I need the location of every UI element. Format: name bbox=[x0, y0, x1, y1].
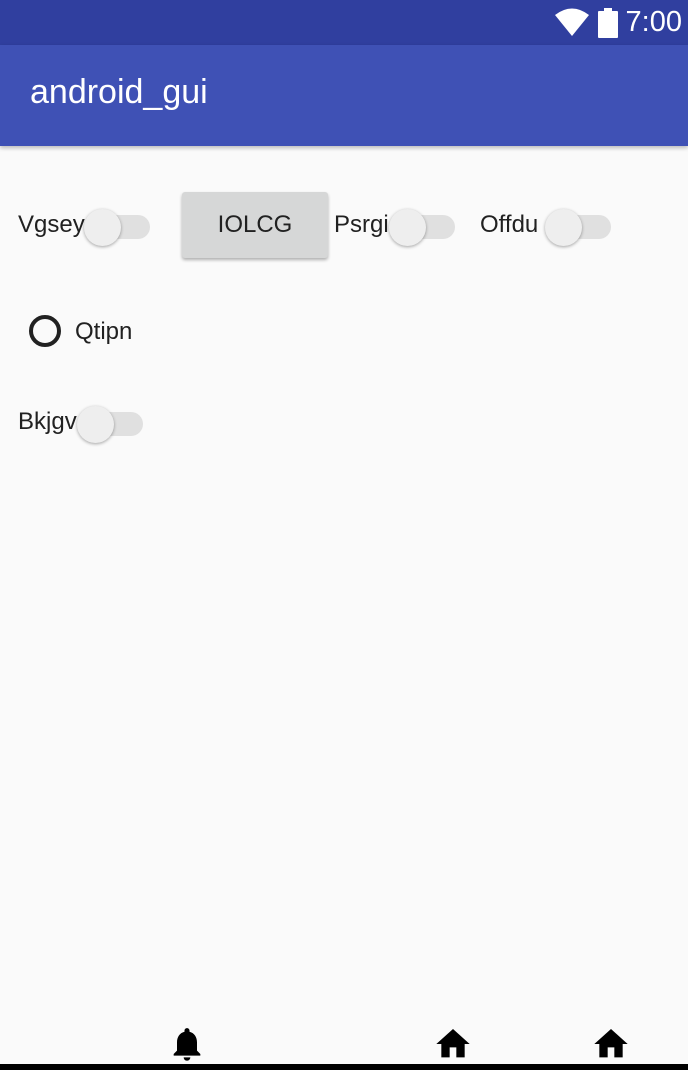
switch-bkjgv[interactable] bbox=[77, 400, 145, 443]
switch-label-psrgi: Psrgi bbox=[334, 211, 389, 238]
app-title: android_gui bbox=[30, 73, 208, 111]
bell-icon[interactable] bbox=[167, 1024, 207, 1064]
switch-vgsey[interactable] bbox=[84, 203, 152, 246]
home-icon[interactable] bbox=[433, 1024, 473, 1064]
radio-button-qtipn[interactable] bbox=[29, 315, 61, 347]
status-time: 7:00 bbox=[625, 6, 682, 38]
switch-offdu[interactable] bbox=[545, 203, 613, 246]
wifi-icon bbox=[554, 8, 589, 36]
switch-thumb bbox=[545, 209, 582, 246]
switch-psrgi[interactable] bbox=[389, 203, 457, 246]
switch-thumb bbox=[77, 406, 114, 443]
status-bar: 7:00 bbox=[0, 0, 688, 45]
home-icon[interactable] bbox=[591, 1024, 631, 1064]
iolcg-button[interactable]: IOLCG bbox=[182, 192, 328, 258]
battery-icon bbox=[597, 7, 618, 38]
switch-label-bkjgv: Bkjgv bbox=[18, 408, 77, 435]
switch-thumb bbox=[389, 209, 426, 246]
navigation-bar bbox=[0, 1064, 688, 1070]
radio-label-qtipn: Qtipn bbox=[75, 318, 133, 345]
switch-thumb bbox=[84, 209, 121, 246]
status-icons: 7:00 bbox=[554, 0, 682, 45]
switch-label-vgsey: Vgsey bbox=[18, 211, 85, 238]
app-bar: android_gui bbox=[0, 45, 688, 146]
switch-label-offdu: Offdu bbox=[480, 211, 539, 238]
